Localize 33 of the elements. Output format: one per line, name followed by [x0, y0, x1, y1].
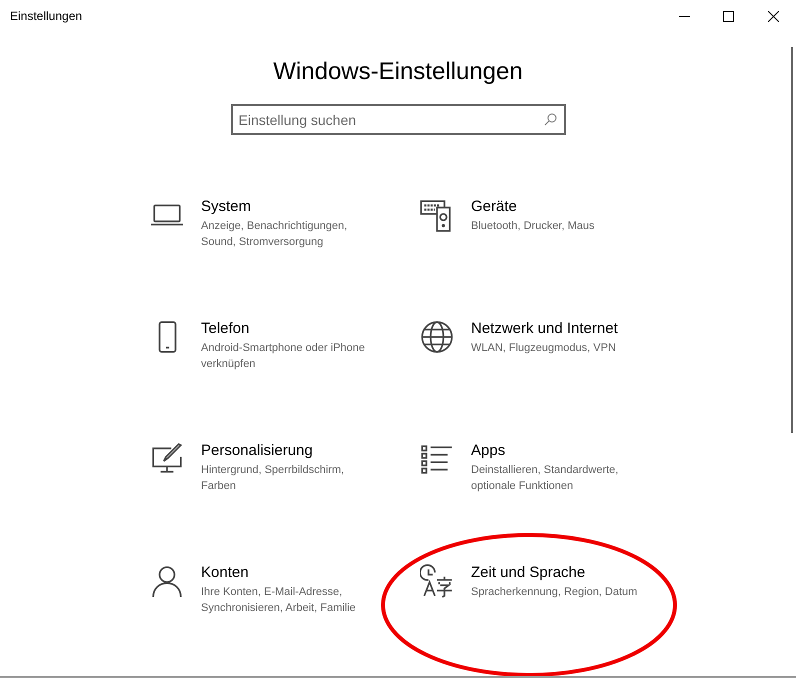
category-description: Anzeige, Benachrichtigungen, Sound, Stromversorgung [201, 219, 348, 250]
settings-category[interactable]: Konten Ihre Konten, E-Mail-Adresse, Synchronisieren, Arbeit, Familie [150, 563, 420, 678]
category-description: Android-Smartphone oder iPhone verknüpfen [201, 341, 366, 372]
category-description: WLAN, Flugzeugmodus, VPN [471, 341, 617, 356]
category-title: Geräte [471, 197, 518, 217]
settings-category[interactable]: Zeit und Sprache Spracherkennung, Region, Datum [420, 563, 720, 678]
category-description: Bluetooth, Drucker, Maus [471, 219, 596, 234]
category-title: Telefon [201, 319, 250, 339]
globe-icon [420, 320, 454, 354]
category-title: Zeit und Sprache [471, 563, 586, 583]
search-field[interactable]: Einstellung suchen [230, 104, 566, 135]
clock-language-icon [420, 564, 454, 598]
settings-category[interactable]: Netzwerk und Internet WLAN, Flugzeugmodus, VPN [420, 319, 720, 441]
settings-category[interactable]: Telefon Android-Smartphone oder iPhone verknüpfen [150, 319, 420, 441]
category-title: Konten [201, 563, 250, 583]
category-description: Ihre Konten, E-Mail-Adresse, Synchronisieren, Arbeit, Familie [201, 585, 357, 616]
settings-category[interactable]: Geräte Bluetooth, Drucker, Maus [420, 197, 720, 319]
category-title: System [201, 197, 252, 217]
category-description: Hintergrund, Sperrbildschirm, Farben [201, 463, 346, 494]
person-icon [150, 564, 184, 598]
settings-category[interactable]: Apps Deinstallieren, Standardwerte, optionale Funktionen [420, 441, 720, 563]
category-title: Personalisierung [201, 441, 314, 461]
category-description: Spracherkennung, Region, Datum [471, 585, 638, 600]
category-description: Deinstallieren, Standardwerte, optionale Funktionen [471, 463, 620, 494]
settings-category[interactable]: System Anzeige, Benachrichtigungen, Sound, Stromversorgung [150, 197, 420, 319]
category-title: Apps [471, 441, 506, 461]
close-icon [768, 10, 778, 22]
search-icon [544, 113, 556, 126]
settings-category[interactable]: Personalisierung Hintergrund, Sperrbildschirm, Farben [150, 441, 420, 563]
maximize-icon [722, 10, 734, 22]
category-title: Netzwerk und Internet [471, 319, 619, 339]
window-title: Einstellungen [10, 8, 82, 25]
page-heading: Windows-Einstellungen [273, 57, 523, 87]
